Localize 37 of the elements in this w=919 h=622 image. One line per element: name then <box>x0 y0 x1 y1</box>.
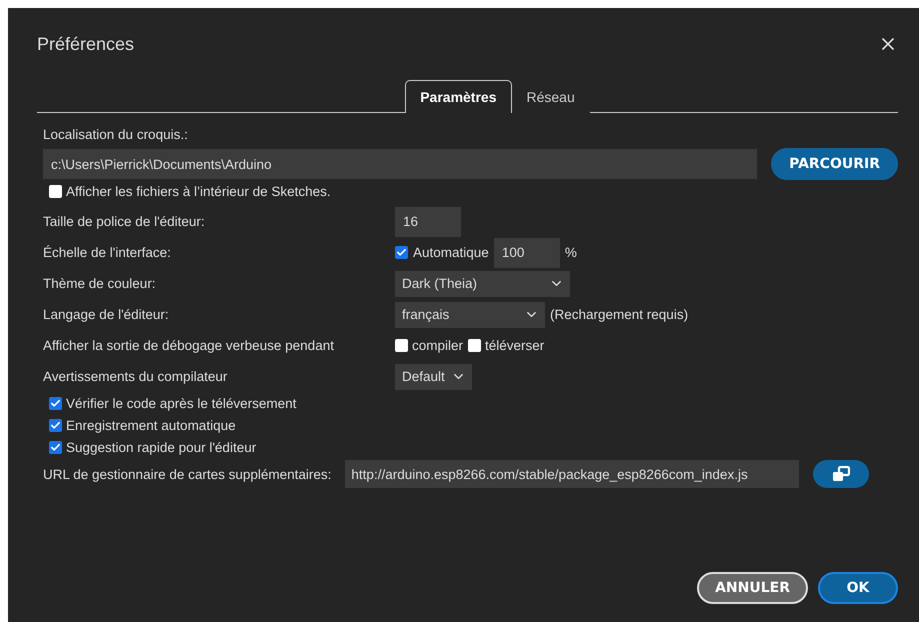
dropdown[interactable]: Default <box>395 364 472 390</box>
checkbox[interactable] <box>395 246 408 259</box>
cancel-button[interactable]: ANNULER <box>697 572 808 604</box>
font-size-field[interactable]: 16 <box>395 206 461 236</box>
dialog-title: Préférences <box>37 34 134 54</box>
checkbox-label: Afficher les fichiers à l’intérieur de Sketches. <box>66 184 331 198</box>
sketchbook-path-field[interactable]: c:\Users\Pierrick\Documents\Arduino <box>43 149 758 179</box>
url-field[interactable]: http://arduino.esp8266.com/stable/package_esp8266com_index.js <box>345 460 800 488</box>
setting-label: Afficher la sortie de débogage verbeuse pendant <box>43 338 335 353</box>
checkbox[interactable] <box>468 339 482 352</box>
setting-label: Avertissements du compilateur <box>43 369 228 384</box>
ok-button[interactable]: OK <box>818 572 898 604</box>
tab[interactable]: Paramètres <box>405 80 512 113</box>
note-text: (Rechargement requis) <box>550 307 688 322</box>
field-label: Localisation du croquis.: <box>43 127 189 142</box>
windows-icon[interactable] <box>813 460 870 488</box>
checkbox-label: téléverser <box>485 338 544 353</box>
setting-label: Langage de l'éditeur: <box>43 307 170 322</box>
setting-label: URL de gestionnaire de cartes supplémentaires: <box>43 466 332 482</box>
setting-label: Échelle de l'interface: <box>43 245 172 260</box>
browse-button[interactable]: PARCOURIR <box>771 148 898 180</box>
checkbox[interactable] <box>49 184 62 198</box>
checkbox[interactable] <box>49 440 62 454</box>
checkbox-label: Suggestion rapide pour l'éditeur <box>66 440 256 454</box>
checkbox-label: Enregistrement automatique <box>66 418 236 432</box>
unit-label: % <box>564 245 577 260</box>
dropdown[interactable]: Dark (Theia) <box>395 270 570 296</box>
checkbox[interactable] <box>49 396 62 410</box>
setting-label: Thème de couleur: <box>43 276 157 291</box>
checkbox[interactable] <box>49 418 62 432</box>
scale-field[interactable]: 100 <box>494 238 560 268</box>
dropdown[interactable]: français <box>395 302 545 328</box>
checkbox-label: compiler <box>412 338 464 353</box>
checkbox[interactable] <box>395 339 408 352</box>
setting-label: Taille de police de l'éditeur: <box>43 214 206 229</box>
checkbox-label: Vérifier le code après le téléversement <box>66 396 296 410</box>
checkbox-label: Automatique <box>413 245 489 260</box>
